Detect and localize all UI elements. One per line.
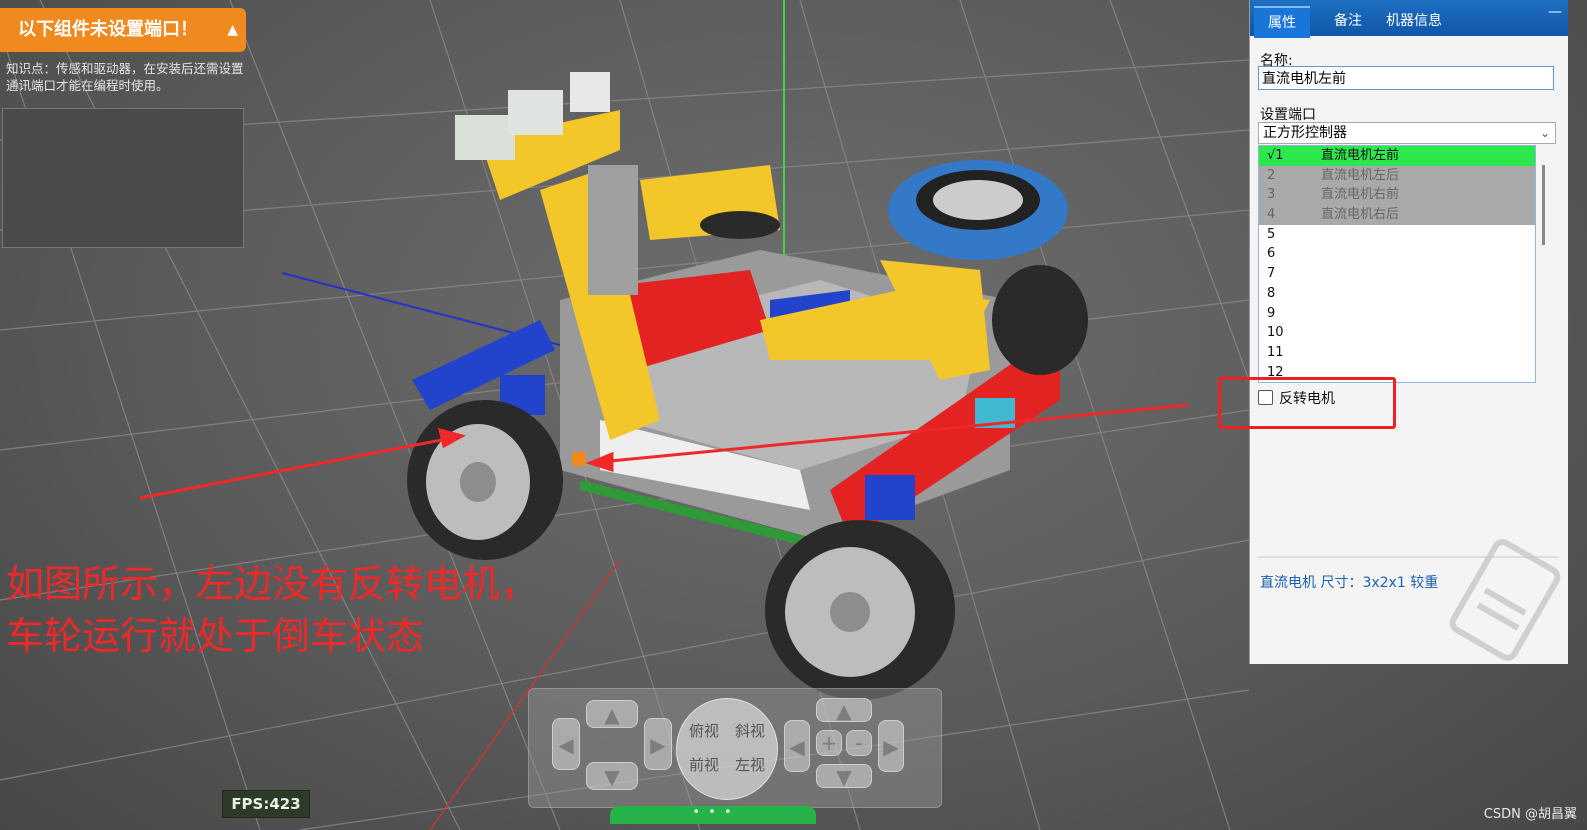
name-field[interactable] [1258, 66, 1554, 90]
zoom-in-button[interactable]: + [816, 730, 842, 756]
unset-components-list[interactable] [2, 108, 244, 248]
port-row[interactable]: 11 [1259, 343, 1535, 363]
port-row[interactable]: 6 [1259, 244, 1535, 264]
bottom-toolbar-handle[interactable]: • • • [610, 806, 816, 824]
oblique-view-button[interactable]: 斜视 [727, 715, 773, 747]
tab-properties[interactable]: 属性 [1254, 6, 1310, 38]
controller-select[interactable]: 正方形控制器 ⌄ [1258, 122, 1556, 144]
port-list-scrollbar[interactable] [1542, 165, 1545, 245]
port-row[interactable]: 3 直流电机右前 [1259, 185, 1535, 206]
minimize-icon[interactable]: — [1548, 4, 1562, 20]
clipboard-icon [1449, 539, 1561, 661]
pan-up-button[interactable]: ▲ [816, 698, 872, 723]
pan-left-button[interactable]: ◀ [784, 720, 810, 772]
top-view-button[interactable]: 俯视 [681, 715, 727, 747]
tab-machine-info[interactable]: 机器信息 [1372, 6, 1456, 36]
rotate-up-button[interactable]: ▲ [586, 700, 638, 728]
port-row[interactable]: 9 [1259, 304, 1535, 324]
port-row[interactable]: 4 直流电机右后 [1259, 205, 1535, 225]
watermark: CSDN @胡昌翼 [1483, 807, 1577, 822]
annotation-line-2: 车轮运行就处于倒车状态 [6, 614, 425, 658]
port-row[interactable]: 10 [1259, 323, 1535, 343]
tab-notes[interactable]: 备注 [1320, 6, 1376, 36]
chevron-down-icon: ⌄ [1539, 126, 1550, 140]
fps-counter: FPS:423 [222, 790, 310, 818]
port-row[interactable]: 7 [1259, 264, 1535, 284]
port-row[interactable]: √1 直流电机左前 [1259, 146, 1535, 166]
pan-down-button[interactable]: ▼ [816, 764, 872, 789]
rotate-left-button[interactable]: ◀ [552, 718, 580, 770]
left-view-button[interactable]: 左视 [727, 749, 773, 781]
panel-tab-bar: 属性 备注 机器信息 — [1250, 0, 1568, 38]
view-dial: 俯视 斜视 前视 左视 [676, 698, 778, 800]
zoom-out-button[interactable]: - [846, 730, 872, 756]
unset-port-warning-header[interactable]: 以下组件未设置端口！ ▲ [0, 8, 246, 52]
component-info: 直流电机 尺寸：3x2x1 较重 [1260, 575, 1439, 591]
port-row[interactable]: 2 直流电机左后 [1259, 165, 1535, 186]
annotation-text: 如图所示，左边没有反转电机， 车轮运行就处于倒车状态 [6, 558, 538, 662]
controller-select-value: 正方形控制器 [1263, 125, 1347, 141]
annotation-line-1: 如图所示，左边没有反转电机， [6, 562, 539, 606]
rotate-down-button[interactable]: ▼ [586, 762, 638, 790]
port-row[interactable]: 8 [1259, 284, 1535, 304]
port-list[interactable]: √1 直流电机左前 2 直流电机左后 3 直流电机右前 4 直流电机右后 5 6 7 8… [1258, 145, 1536, 383]
rotate-right-button[interactable]: ▶ [644, 718, 672, 770]
port-label: 设置端口 [1260, 107, 1316, 123]
port-row[interactable]: 5 [1259, 225, 1535, 245]
reverse-motor-highlight [1218, 377, 1396, 429]
chevron-up-icon[interactable]: ▲ [227, 8, 238, 52]
warning-title: 以下组件未设置端口！ [18, 19, 198, 40]
front-view-button[interactable]: 前视 [681, 749, 727, 781]
warning-tip-text: 知识点：传感和驱动器，在安装后还需设置通讯端口才能在编程时使用。 [6, 61, 244, 93]
pan-right-button[interactable]: ▶ [878, 720, 904, 772]
